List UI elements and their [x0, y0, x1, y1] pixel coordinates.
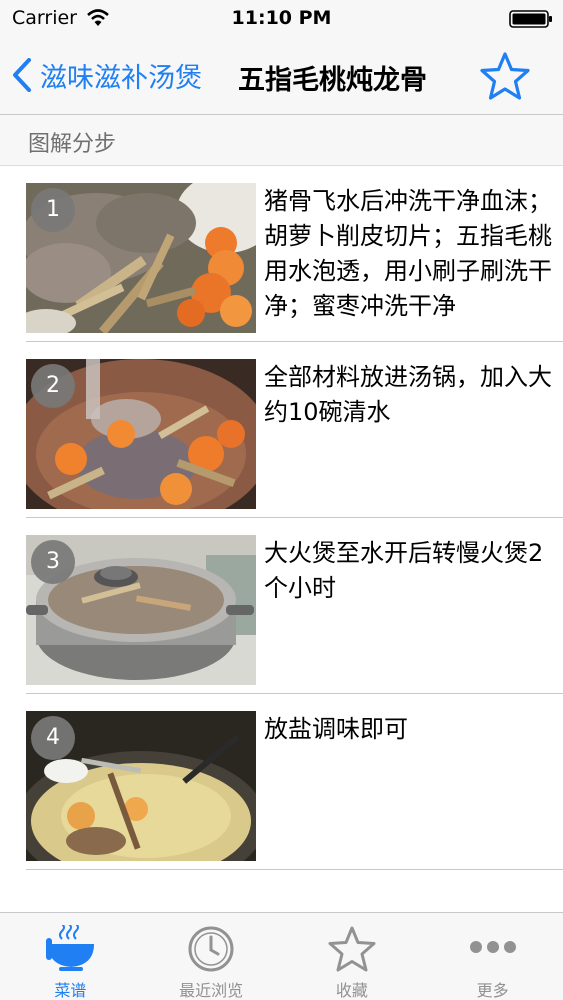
status-bar: Carrier 11:10 PM — [0, 0, 563, 38]
recipe-steps-screen: Carrier 11:10 PM 滋味滋补汤煲 五指毛桃炖龙骨 图解分步 1 猪… — [0, 0, 563, 1000]
bowl-icon — [46, 925, 95, 971]
more-icon — [469, 941, 516, 953]
step-row[interactable]: 1 猪骨飞水后冲洗干净血沫；胡萝卜削皮切片；五指毛桃用水泡透，用小刷子刷洗干净；… — [0, 166, 563, 342]
step-photo: 3 — [26, 535, 256, 685]
step-number-badge: 2 — [31, 364, 75, 408]
tab-favorites[interactable]: 收藏 — [282, 913, 423, 1000]
status-time: 11:10 PM — [231, 7, 332, 29]
tab-bar: 菜谱 最近浏览 收藏 更多 — [0, 912, 563, 1000]
tab-recently-viewed[interactable]: 最近浏览 — [141, 913, 282, 1000]
step-row[interactable]: 2 全部材料放进汤锅，加入大约10碗清水 — [0, 342, 563, 518]
navigation-bar: 滋味滋补汤煲 五指毛桃炖龙骨 — [0, 38, 563, 115]
clock-icon — [188, 926, 234, 972]
tab-label: 收藏 — [335, 981, 368, 1000]
page-title: 五指毛桃炖龙骨 — [238, 65, 427, 96]
tab-label: 菜谱 — [54, 981, 87, 1000]
tab-more[interactable]: 更多 — [422, 913, 563, 1000]
step-row[interactable]: 4 放盐调味即可 — [0, 694, 563, 870]
step-number-badge: 4 — [31, 716, 75, 760]
step-description: 全部材料放进汤锅，加入大约10碗清水 — [264, 363, 552, 426]
tab-recipes[interactable]: 菜谱 — [0, 913, 141, 1000]
step-description: 大火煲至水开后转慢火煲2个小时 — [264, 539, 544, 602]
back-chevron-icon — [13, 58, 31, 92]
step-photo: 1 — [26, 183, 256, 333]
back-label: 滋味滋补汤煲 — [40, 62, 202, 94]
step-photo: 4 — [26, 711, 256, 861]
star-icon — [328, 926, 376, 972]
tab-label: 最近浏览 — [179, 981, 244, 1000]
step-number-badge: 3 — [31, 540, 75, 584]
back-button[interactable]: 滋味滋补汤煲 — [12, 52, 202, 98]
step-description: 猪骨飞水后冲洗干净血沫；胡萝卜削皮切片；五指毛桃用水泡透，用小刷子刷洗干净；蜜枣… — [264, 187, 552, 320]
section-title: 图解分步 — [28, 132, 117, 157]
tab-label: 更多 — [476, 981, 509, 1000]
step-row[interactable]: 3 大火煲至水开后转慢火煲2个小时 — [0, 518, 563, 694]
battery-icon — [509, 10, 552, 28]
step-number-badge: 1 — [31, 188, 75, 232]
step-photo: 2 — [26, 359, 256, 509]
favorite-star-icon[interactable] — [479, 51, 531, 101]
section-header: 图解分步 — [0, 115, 563, 166]
step-description: 放盐调味即可 — [264, 715, 408, 743]
